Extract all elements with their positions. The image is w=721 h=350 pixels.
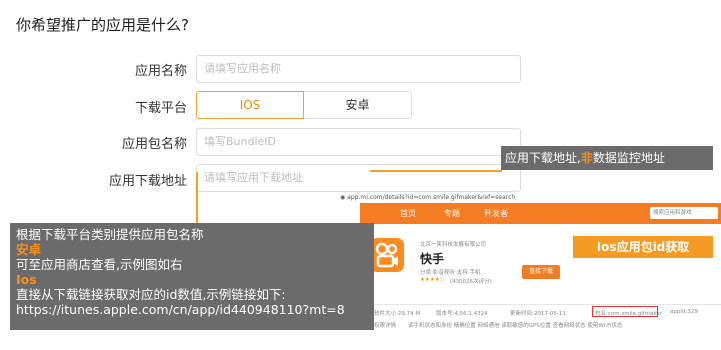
nav-item-topics[interactable]: 专题 — [444, 203, 460, 224]
callout-ios-text: 直接从下载链接获取对应的id数值,示例链接如下: — [16, 287, 286, 302]
url-text: app.mi.com/details?id=com.smile.gifmaker… — [347, 194, 516, 201]
callout-highlight: 非 — [580, 151, 593, 165]
package-name-highlight-box — [592, 306, 658, 317]
app-category: 分类:影音视听 支持:手机 — [420, 270, 481, 276]
rating-stars-icon: ★★★★☆ — [420, 277, 445, 283]
bundle-id-label: 应用包名称 — [121, 137, 187, 152]
bundle-id-input[interactable]: 填写BundleID — [196, 128, 521, 156]
bundle-id-callout: 根据下载平台类别提供应用包名称 安卓 可至应用商店查看,示例图如右 Ios 直接… — [10, 223, 374, 330]
app-name-input[interactable]: 请填写应用名称 — [196, 55, 521, 83]
callout-ios-heading: Ios — [16, 272, 37, 287]
meta-size: 软件大小:29.74 M — [374, 311, 421, 317]
download-url-label: 应用下载地址 — [108, 174, 187, 189]
developer-name: 北京一笑科技发展有限公司 — [420, 242, 487, 248]
ios-bundle-banner: Ios应用包id获取 — [573, 236, 713, 258]
callout-android-text: 可至应用商店查看,示例图如右 — [16, 257, 183, 272]
store-search-input[interactable]: 搜索应用和游戏 — [650, 207, 718, 219]
page-title: 你希望推广的应用是什么? — [16, 16, 189, 34]
meta-appid: appId:329 — [670, 309, 698, 315]
store-nav-bar: 首页 专题 开发者 搜索应用和游戏 — [360, 203, 721, 224]
url-bar: ◉ app.mi.com/details?id=com.smile.gifmak… — [330, 192, 721, 203]
platform-android-option[interactable]: 安卓 — [304, 91, 412, 119]
download-button[interactable]: 直接下载 — [522, 265, 560, 279]
app-name-label: 应用名称 — [134, 64, 187, 79]
callout-prefix: 应用下载地址, — [505, 151, 581, 165]
callout-suffix: 数据监控地址 — [592, 151, 665, 165]
callout-intro: 根据下载平台类别提供应用包名称 — [16, 227, 204, 242]
callout-android-heading: 安卓 — [16, 242, 42, 257]
callout-ios-link: https://itunes.apple.com/cn/app/id440948… — [16, 302, 345, 317]
download-url-input[interactable]: 请填写应用下载地址 — [196, 164, 521, 192]
app-icon — [370, 238, 404, 272]
meta-updated: 更新时间:2017-05-11 — [510, 311, 566, 317]
platform-label: 下载平台 — [134, 101, 187, 116]
meta-version: 版本号:4.56.1.4324 — [436, 311, 488, 317]
rating-count: (430026次评分) — [450, 279, 492, 285]
nav-item-home[interactable]: 首页 — [400, 203, 416, 224]
platform-ios-option[interactable]: IOS — [196, 91, 304, 119]
app-name: 快手 — [420, 252, 445, 266]
callout-connector-line — [370, 170, 502, 172]
bundle-connector-line — [196, 172, 198, 224]
permission-label: 权限详情 — [374, 323, 397, 329]
app-store-example-screenshot: ◉ app.mi.com/details?id=com.smile.gifmak… — [330, 192, 721, 350]
kuaishou-logo-icon — [375, 242, 398, 268]
meta-divider — [360, 304, 721, 305]
download-url-callout: 应用下载地址,非数据监控地址 — [501, 146, 713, 170]
permission-items: 读手机状态和身份 精确位置 网络通信 读取敏感的GPS位置 查看网络状态 使用W… — [408, 323, 623, 329]
nav-item-developer[interactable]: 开发者 — [484, 203, 508, 224]
